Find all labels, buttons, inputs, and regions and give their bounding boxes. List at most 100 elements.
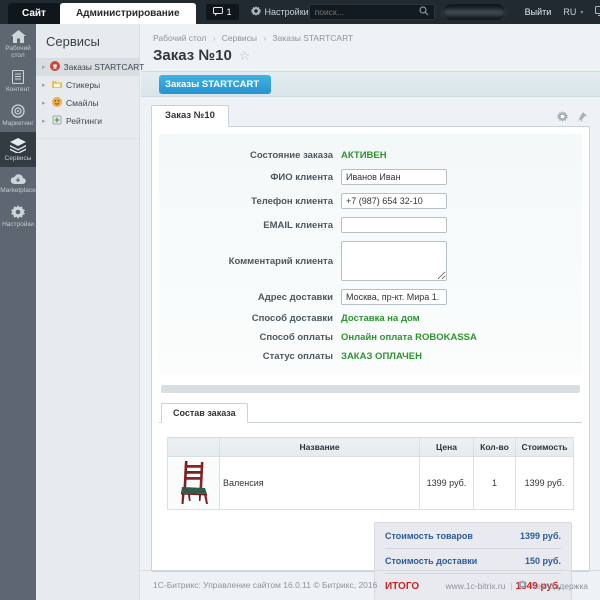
stickers-icon (52, 80, 62, 91)
logout-button[interactable]: Выйти (525, 0, 552, 24)
column-header-qty: Кол-во (474, 438, 516, 457)
rail-item-desktop[interactable]: Рабочий стол (0, 24, 36, 64)
rail-item-content[interactable]: Контент (0, 64, 36, 98)
field-label-delivery-address: Адрес доставки (159, 292, 341, 303)
left-rail: Рабочий стол Контент Маркетинг Сервисы M… (0, 24, 36, 600)
breadcrumb-orders[interactable]: Заказы STARTCART (272, 33, 353, 43)
field-label-payment-method: Способ оплаты (159, 332, 341, 343)
language-selector[interactable]: RU ▾ (563, 0, 583, 24)
field-label-client-phone: Телефон клиента (159, 196, 341, 207)
client-email-input[interactable] (341, 217, 447, 233)
page-footer: 1С-Битрикс: Управление сайтом 16.0.11 © … (141, 570, 600, 600)
field-label-delivery-method: Способ доставки (159, 313, 341, 324)
column-header-price: Цена (420, 438, 474, 457)
footer-site-link[interactable]: www.1c-bitrix.ru (445, 581, 505, 591)
rail-item-marketing[interactable]: Маркетинг (0, 98, 36, 132)
expand-arrow-icon[interactable]: ▸ (42, 117, 48, 125)
sidebar-services: Сервисы ▸ Заказы STARTCART ▸ Стикеры ▸ С… (36, 24, 140, 600)
column-header-total: Стоимость (516, 438, 574, 457)
navigation-strip: Заказы STARTCART (141, 71, 600, 97)
orders-icon (50, 61, 60, 73)
delivery-method-value: Доставка на дом (341, 313, 420, 324)
tab-administration[interactable]: Администрирование (60, 3, 196, 24)
client-name-input[interactable] (341, 169, 447, 185)
sidebar-item-ratings[interactable]: ▸ Рейтинги (36, 112, 139, 130)
table-row: Валенсия 1399 руб. 1 1399 руб. (168, 457, 574, 510)
layers-icon (0, 138, 36, 153)
main-content: Рабочий стол › Сервисы › Заказы STARTCAR… (141, 24, 600, 600)
sidebar-item-smiles[interactable]: ▸ Смайлы (36, 94, 139, 112)
field-label-client-email: EMAIL клиента (159, 220, 341, 231)
column-header-name: Название (220, 438, 420, 457)
notification-flag-icon (213, 7, 223, 18)
cloud-icon (0, 173, 36, 185)
settings-menu[interactable]: Настройки (251, 0, 309, 24)
chair-image (177, 460, 211, 504)
user-name-blurred (443, 9, 505, 16)
table-header-row: Название Цена Кол-во Стоимость (168, 438, 574, 457)
search-icon[interactable] (419, 3, 429, 21)
order-state-value: АКТИВЕН (341, 150, 387, 161)
order-detail-panel: Состояние заказа АКТИВЕН ФИО клиента Тел… (151, 126, 590, 572)
payment-status-value: ЗАКАЗ ОПЛАЧЕН (341, 351, 422, 362)
desktop-mode-button[interactable] (595, 0, 600, 24)
back-to-orders-button[interactable]: Заказы STARTCART (159, 75, 271, 94)
tab-order-composition[interactable]: Состав заказа (161, 403, 248, 423)
breadcrumb: Рабочий стол › Сервисы › Заказы STARTCAR… (141, 24, 600, 46)
column-header-photo (168, 438, 220, 457)
field-label-payment-status: Статус оплаты (159, 351, 341, 362)
client-phone-input[interactable] (341, 193, 447, 209)
field-label-client-comment: Комментарий клиента (159, 256, 341, 267)
expand-arrow-icon[interactable]: ▸ (42, 99, 48, 107)
rail-item-services[interactable]: Сервисы (0, 132, 36, 167)
field-label-order-state: Состояние заказа (159, 150, 341, 161)
smiles-icon (52, 97, 62, 109)
document-icon (0, 70, 36, 84)
footer-copyright: 1С-Битрикс: Управление сайтом 16.0.11 © … (153, 580, 377, 591)
monitor-icon (595, 6, 600, 18)
sidebar-item-orders-startcart[interactable]: ▸ Заказы STARTCART (36, 58, 139, 76)
product-qty: 1 (474, 457, 516, 510)
footer-support-link[interactable]: Техподдержка (532, 581, 588, 591)
rail-item-marketplace[interactable]: Marketplace (0, 167, 36, 199)
pin-tab-icon[interactable] (577, 109, 587, 127)
summary-goods-value: 1399 руб. (520, 531, 561, 541)
notifications-count: 1 (227, 7, 232, 17)
order-tab-row: Заказ №10 (151, 104, 590, 126)
home-icon (0, 30, 36, 43)
breadcrumb-desktop[interactable]: Рабочий стол (153, 33, 206, 43)
delivery-address-input[interactable] (341, 289, 447, 305)
summary-delivery-label: Стоимость доставки (385, 556, 477, 566)
rail-item-settings[interactable]: Настройки (0, 199, 36, 233)
product-name: Валенсия (220, 457, 420, 510)
expand-arrow-icon[interactable]: ▸ (42, 63, 46, 71)
order-items-table: Название Цена Кол-во Стоимость (167, 437, 574, 510)
client-comment-textarea[interactable] (341, 241, 447, 281)
top-bar: Сайт Администрирование 1 Настройки Выйти… (0, 0, 600, 24)
tab-order-10[interactable]: Заказ №10 (151, 105, 229, 127)
favorite-star-icon[interactable]: ☆ (239, 48, 251, 64)
product-price: 1399 руб. (420, 457, 474, 510)
sidebar-title: Сервисы (36, 34, 139, 58)
chevron-down-icon: ▾ (580, 9, 583, 16)
user-menu[interactable] (443, 4, 505, 20)
payment-method-value: Онлайн оплата ROBOKASSA (341, 332, 477, 343)
gear-icon (0, 205, 36, 219)
page-title: Заказ №10 (153, 47, 232, 64)
field-label-client-name: ФИО клиента (159, 172, 341, 183)
summary-goods-label: Стоимость товаров (385, 531, 473, 541)
tab-site[interactable]: Сайт (8, 3, 60, 24)
breadcrumb-services[interactable]: Сервисы (222, 33, 257, 43)
order-form: Состояние заказа АКТИВЕН ФИО клиента Тел… (159, 134, 582, 374)
ratings-icon (52, 115, 62, 127)
notifications-badge[interactable]: 1 (206, 4, 239, 20)
expand-arrow-icon[interactable]: ▸ (42, 81, 48, 89)
search-input[interactable] (315, 7, 419, 17)
product-image (168, 457, 220, 510)
sidebar-item-stickers[interactable]: ▸ Стикеры (36, 76, 139, 94)
breadcrumb-separator-icon: › (263, 34, 266, 43)
gear-icon (251, 6, 261, 18)
search-box (309, 4, 435, 20)
support-gear-icon (518, 580, 527, 591)
tab-settings-gear-icon[interactable] (557, 109, 568, 127)
